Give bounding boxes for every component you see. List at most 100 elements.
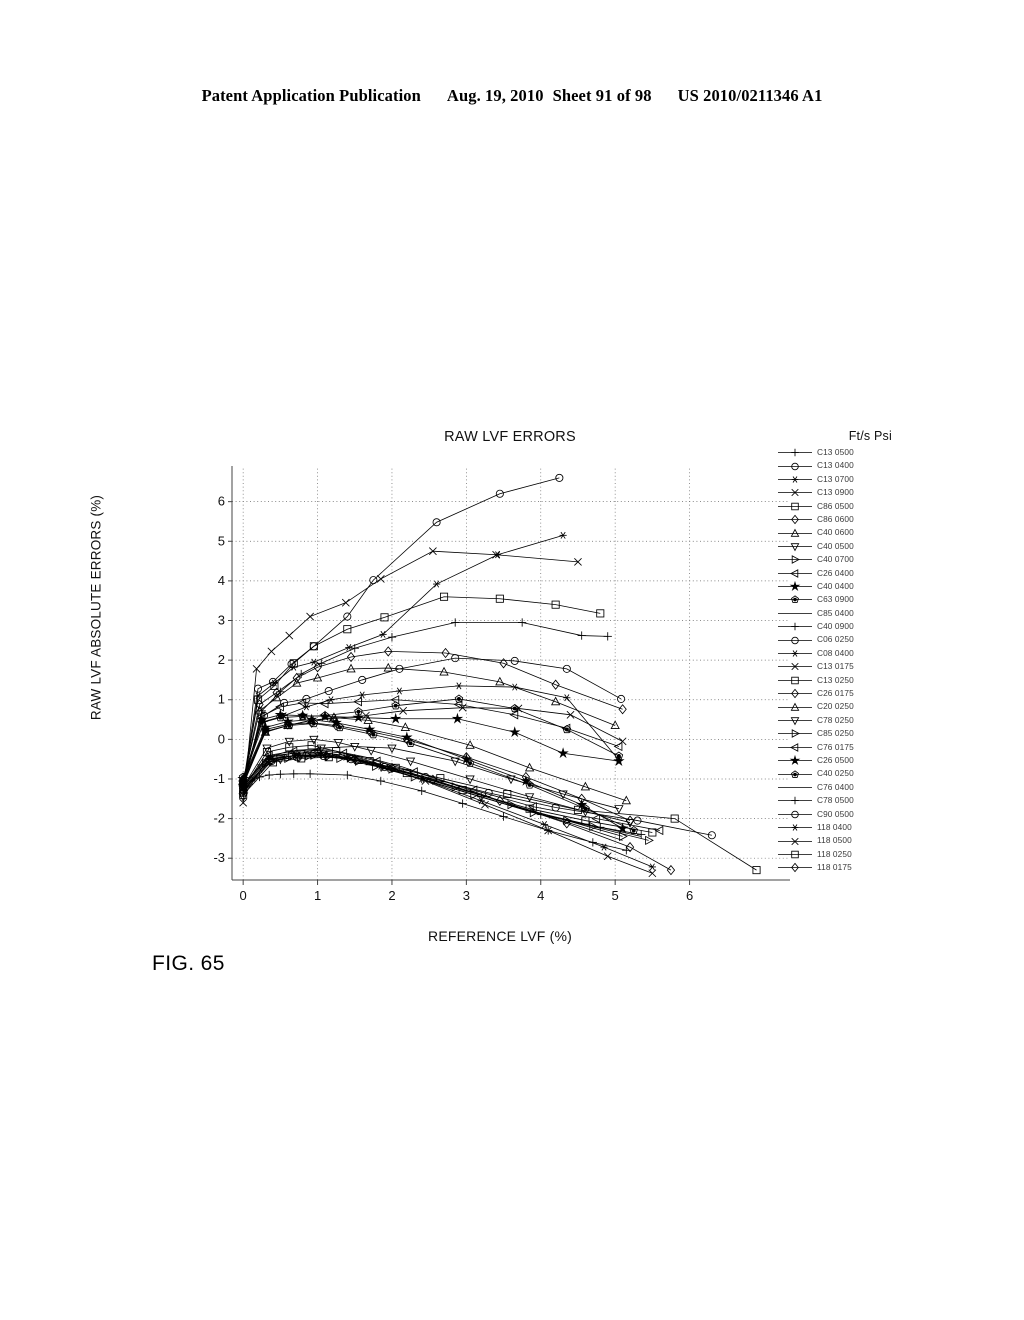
series-marker [637, 830, 646, 839]
series-marker [343, 770, 352, 780]
legend-sample-icon [776, 486, 814, 499]
legend-item[interactable]: C76 0400 [776, 781, 896, 794]
legend-item[interactable]: 118 0250 [776, 848, 896, 861]
series-marker [383, 662, 393, 672]
legend-item-label: 118 0500 [817, 835, 852, 846]
legend-sample-icon [776, 567, 814, 580]
legend-sample-icon [776, 527, 814, 540]
series-marker [618, 737, 627, 746]
series-marker [454, 694, 464, 703]
x-tick-label: 6 [686, 888, 693, 903]
legend-item[interactable]: C13 0900 [776, 486, 896, 499]
x-tick-label: 0 [240, 888, 247, 903]
legend-sample-icon [776, 701, 814, 714]
series-line [242, 750, 660, 831]
legend-item[interactable]: C40 0700 [776, 553, 896, 566]
legend-item[interactable]: C86 0600 [776, 513, 896, 526]
legend-item[interactable]: C85 0250 [776, 727, 896, 740]
legend-sample-icon [776, 580, 814, 593]
legend-item[interactable]: C40 0900 [776, 620, 896, 633]
series-marker [577, 631, 586, 640]
series-marker [648, 863, 656, 871]
series-marker [555, 473, 564, 482]
series-marker [346, 663, 356, 673]
legend-item[interactable]: C78 0500 [776, 794, 896, 807]
legend-item[interactable]: C13 0700 [776, 473, 896, 486]
series-marker [511, 683, 519, 691]
legend-item[interactable]: C08 0400 [776, 647, 896, 660]
legend-item[interactable]: C63 0900 [776, 593, 896, 606]
series-marker [276, 770, 285, 779]
y-tick-label: 4 [218, 573, 225, 588]
y-axis-label: RAW LVF ABSOLUTE ERRORS (%) [88, 494, 104, 721]
figure-caption: FIG. 65 [152, 952, 225, 975]
series-marker [625, 815, 635, 826]
legend-item[interactable]: C86 0500 [776, 500, 896, 513]
figure-65: RAW LVF ERRORS RAW LVF ABSOLUTE ERRORS (… [0, 0, 1024, 1320]
series-line [242, 698, 620, 778]
series-marker [417, 786, 426, 796]
legend-item[interactable]: C40 0400 [776, 580, 896, 593]
series-marker [376, 575, 385, 583]
legend-item-label: C40 0500 [817, 540, 854, 551]
legend-sample-icon [776, 835, 814, 848]
legend-item-label: C13 0175 [817, 661, 854, 672]
legend-item[interactable]: C13 0400 [776, 459, 896, 472]
series-marker [540, 821, 549, 829]
legend-item[interactable]: C76 0175 [776, 741, 896, 754]
series-marker [285, 631, 294, 640]
legend-item[interactable]: C26 0500 [776, 754, 896, 767]
legend-sample-icon [776, 513, 814, 526]
legend-sample-icon [776, 861, 814, 874]
series-marker [596, 823, 605, 832]
legend-rows: C13 0500 C13 0400 C13 0700 C13 0900 C86 0500… [776, 446, 896, 875]
legend-item-label: C86 0600 [817, 513, 854, 524]
y-tick-label: -1 [213, 771, 225, 786]
legend-item[interactable]: C13 0175 [776, 660, 896, 673]
legend-item[interactable]: C78 0250 [776, 714, 896, 727]
legend-sample-icon [776, 607, 814, 620]
legend-item[interactable]: C85 0400 [776, 607, 896, 620]
x-tick-label: 5 [612, 888, 619, 903]
series-marker [302, 703, 310, 711]
series-marker [265, 770, 274, 780]
series-marker [395, 687, 403, 695]
legend-sample-icon [776, 687, 814, 700]
legend-sample-icon [776, 714, 814, 727]
series-marker [645, 835, 654, 846]
legend-item[interactable]: C90 0500 [776, 808, 896, 821]
legend: Ft/s Psi C13 0500 C13 0400 C13 0700 C13 090… [776, 429, 896, 875]
legend-item[interactable]: C26 0175 [776, 687, 896, 700]
legend-item[interactable]: 118 0500 [776, 834, 896, 847]
series-line [242, 722, 631, 821]
legend-item[interactable]: C40 0250 [776, 767, 896, 780]
legend-item-label: C26 0500 [817, 754, 854, 765]
legend-item-label: C06 0250 [817, 634, 854, 645]
legend-sample-icon [776, 593, 814, 606]
y-tick-label: -3 [213, 850, 225, 865]
series-line [242, 596, 601, 785]
legend-item-label: C13 0700 [817, 473, 854, 484]
series-marker [305, 769, 315, 778]
series-line [242, 622, 608, 789]
legend-item[interactable]: C40 0500 [776, 540, 896, 553]
data-series [239, 618, 612, 794]
y-tick-label: 6 [218, 494, 225, 509]
legend-item[interactable]: C26 0400 [776, 567, 896, 580]
y-tick-label: 0 [218, 731, 225, 746]
legend-item[interactable]: 118 0400 [776, 821, 896, 834]
legend-item-label: C13 0250 [817, 674, 854, 685]
legend-item[interactable]: C20 0250 [776, 700, 896, 713]
legend-item[interactable]: C13 0500 [776, 446, 896, 459]
legend-item[interactable]: C40 0600 [776, 526, 896, 539]
legend-item[interactable]: 118 0175 [776, 861, 896, 874]
series-marker [363, 715, 373, 724]
series-marker [289, 769, 298, 778]
x-tick-label: 4 [537, 888, 544, 903]
y-tick-label: 3 [218, 613, 225, 628]
legend-sample-icon [776, 727, 814, 740]
legend-item[interactable]: C06 0250 [776, 633, 896, 646]
legend-item[interactable]: C13 0250 [776, 674, 896, 687]
legend-item-label: C08 0400 [817, 647, 854, 658]
series-marker [306, 612, 315, 621]
